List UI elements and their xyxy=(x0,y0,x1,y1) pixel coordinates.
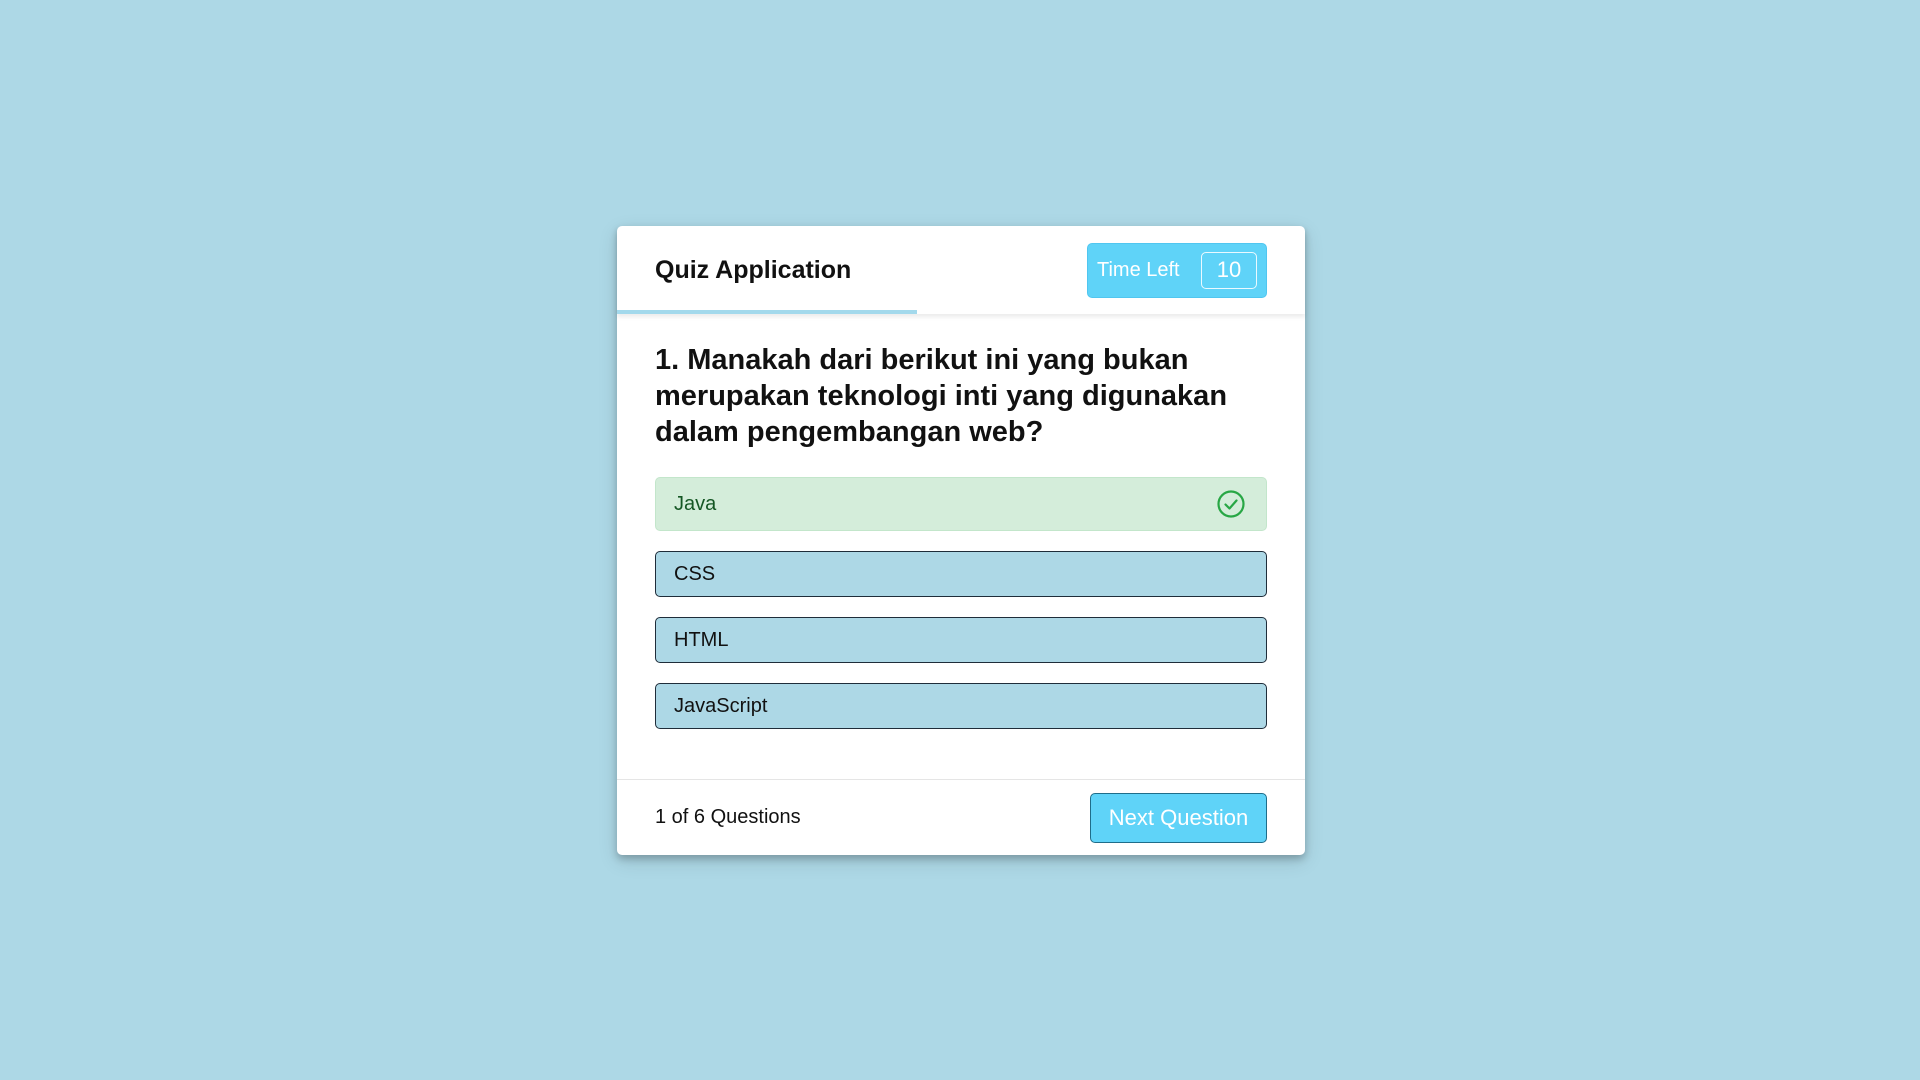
quiz-footer: 1 of 6 Questions Next Question xyxy=(617,779,1305,855)
timer-progress-line xyxy=(617,310,917,314)
option-label: JavaScript xyxy=(674,694,768,717)
option-css[interactable]: CSS xyxy=(655,551,1267,597)
option-label: HTML xyxy=(674,628,729,651)
quiz-card: Quiz Application Time Left 10 1. Manakah… xyxy=(617,226,1305,855)
next-question-button[interactable]: Next Question xyxy=(1090,792,1267,843)
option-html[interactable]: HTML xyxy=(655,617,1267,663)
quiz-body: 1. Manakah dari berikut ini yang bukan m… xyxy=(617,314,1305,729)
option-javascript[interactable]: JavaScript xyxy=(655,683,1267,729)
timer-value: 10 xyxy=(1201,251,1257,289)
question-text: 1. Manakah dari berikut ini yang bukan m… xyxy=(655,344,1228,448)
question-counter: 1 of 6 Questions xyxy=(655,806,801,828)
timer-label: Time Left xyxy=(1097,258,1180,281)
option-label: CSS xyxy=(674,562,716,585)
timer-box: Time Left 10 xyxy=(1087,242,1267,298)
app-title: Quiz Application xyxy=(655,255,852,284)
option-label: Java xyxy=(674,492,717,515)
check-circle-icon xyxy=(1214,487,1248,521)
option-java[interactable]: Java xyxy=(655,477,1267,531)
quiz-header: Quiz Application Time Left 10 xyxy=(617,226,1305,314)
